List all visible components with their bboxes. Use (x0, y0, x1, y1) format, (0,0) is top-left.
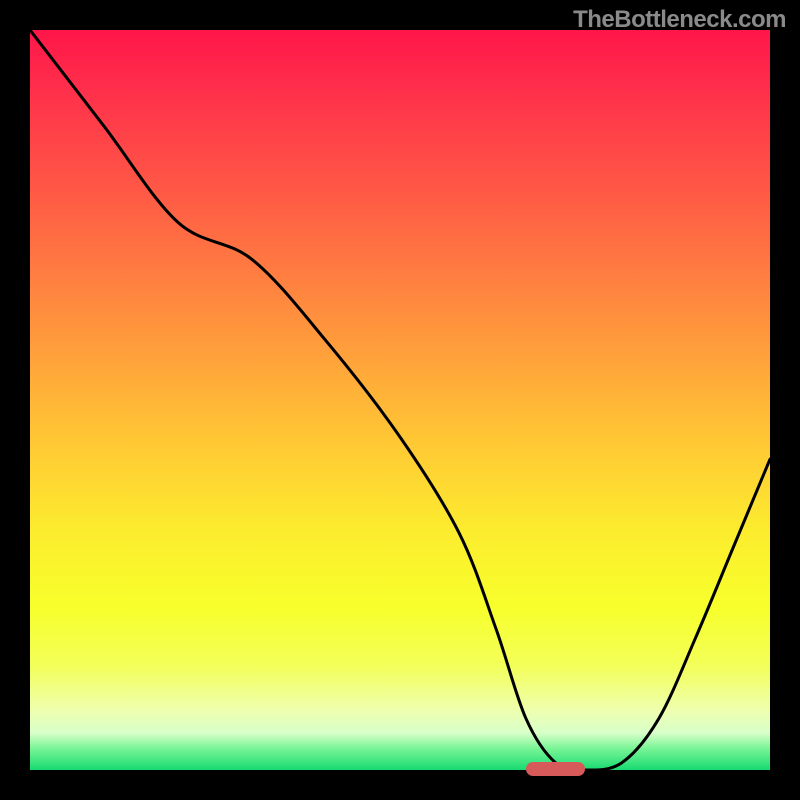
plot-area (30, 30, 770, 770)
optimal-marker (526, 762, 585, 776)
chart-frame: TheBottleneck.com (0, 0, 800, 800)
bottleneck-curve (30, 30, 770, 770)
